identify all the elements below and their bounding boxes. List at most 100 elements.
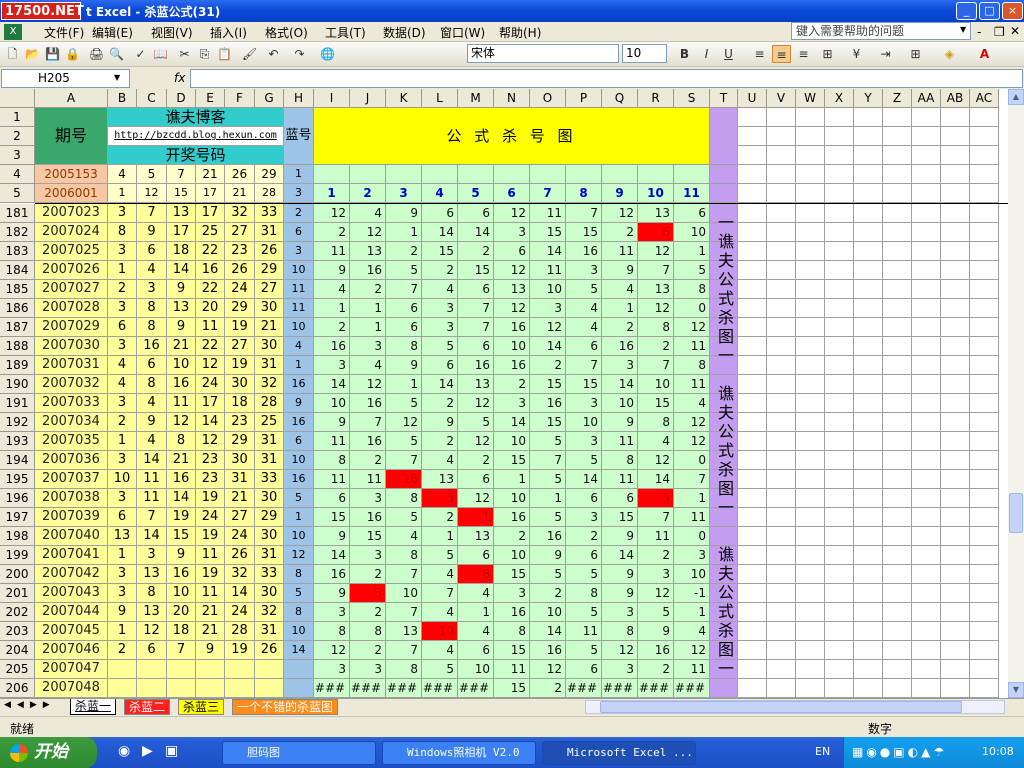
empty-cell[interactable] <box>796 318 825 337</box>
empty-cell[interactable] <box>883 280 912 299</box>
formula-note[interactable] <box>602 165 638 184</box>
red-number[interactable]: 31 <box>255 356 284 375</box>
empty-cell[interactable] <box>854 280 883 299</box>
empty-cell[interactable] <box>883 432 912 451</box>
blue-number[interactable]: 11 <box>284 299 314 318</box>
task-folder[interactable]: 胆码图 <box>222 741 376 765</box>
formula-cell[interactable]: 7 <box>386 451 422 470</box>
formula-cell[interactable]: 1 <box>674 603 710 622</box>
empty-cell[interactable] <box>970 584 999 603</box>
empty-cell[interactable] <box>796 679 825 698</box>
empty-cell[interactable] <box>767 622 796 641</box>
red-number[interactable]: 26 <box>225 261 255 280</box>
empty-cell[interactable] <box>970 508 999 527</box>
scroll-thumb[interactable] <box>1009 493 1023 533</box>
empty-cell[interactable] <box>912 280 941 299</box>
formula-input[interactable] <box>190 69 1023 88</box>
formula-cell[interactable]: 9 <box>530 546 566 565</box>
formula-cell[interactable]: 3 <box>530 299 566 318</box>
formula-cell[interactable]: 10 <box>674 223 710 242</box>
formula-cell[interactable]: 8 <box>602 451 638 470</box>
formula-cell[interactable]: 3 <box>350 337 386 356</box>
column-header[interactable]: W <box>796 89 825 108</box>
red-number[interactable]: 19 <box>196 565 225 584</box>
period-label[interactable]: 期号 <box>35 108 108 165</box>
row-header[interactable]: 194 <box>0 451 35 470</box>
formula-cell[interactable]: 9 <box>314 584 350 603</box>
formula-cell[interactable]: 9 <box>602 565 638 584</box>
currency-icon[interactable]: ¥ <box>847 45 866 63</box>
formula-cell[interactable]: 2 <box>314 223 350 242</box>
empty-cell[interactable] <box>970 127 999 146</box>
empty-cell[interactable] <box>738 451 767 470</box>
empty-cell[interactable] <box>796 299 825 318</box>
formula-cell[interactable]: 6 <box>566 546 602 565</box>
empty-cell[interactable] <box>825 584 854 603</box>
empty-cell[interactable] <box>796 470 825 489</box>
blue-number[interactable]: 1 <box>284 508 314 527</box>
empty-cell[interactable] <box>825 394 854 413</box>
empty-cell[interactable] <box>912 584 941 603</box>
period-cell[interactable]: 2007046 <box>35 641 108 660</box>
empty-cell[interactable] <box>738 204 767 223</box>
period-cell[interactable]: 2007034 <box>35 413 108 432</box>
formula-note[interactable] <box>314 165 350 184</box>
formula-cell[interactable]: 10 <box>638 375 674 394</box>
formula-cell[interactable]: ### <box>350 679 386 698</box>
empty-cell[interactable] <box>912 565 941 584</box>
formula-cell[interactable]: 14 <box>602 546 638 565</box>
empty-cell[interactable] <box>854 432 883 451</box>
red-number[interactable]: 4 <box>108 356 137 375</box>
empty-cell[interactable] <box>912 356 941 375</box>
period-cell[interactable]: 2007030 <box>35 337 108 356</box>
formula-cell[interactable]: 3 <box>494 223 530 242</box>
formula-cell[interactable]: 5 <box>530 565 566 584</box>
empty-cell[interactable] <box>825 508 854 527</box>
empty-cell[interactable] <box>767 489 796 508</box>
empty-cell[interactable] <box>970 223 999 242</box>
empty-cell[interactable] <box>941 146 970 165</box>
red-number[interactable]: 7 <box>167 641 196 660</box>
formula-cell[interactable]: 2 <box>494 375 530 394</box>
column-header[interactable]: I <box>314 89 350 108</box>
formula-cell[interactable]: 2 <box>350 280 386 299</box>
red-number[interactable]: 33 <box>255 565 284 584</box>
formula-cell[interactable]: 6 <box>422 356 458 375</box>
formula-note[interactable] <box>638 165 674 184</box>
formula-cell[interactable]: 12 <box>494 204 530 223</box>
empty-cell[interactable] <box>883 470 912 489</box>
column-header[interactable]: M <box>458 89 494 108</box>
empty-cell[interactable] <box>941 375 970 394</box>
empty-cell[interactable] <box>738 527 767 546</box>
formula-cell[interactable]: 7 <box>638 508 674 527</box>
formula-cell[interactable]: 5 <box>530 508 566 527</box>
top-red-number[interactable]: 28 <box>255 184 284 203</box>
red-number[interactable]: 17 <box>167 223 196 242</box>
row-header[interactable]: 3 <box>0 146 35 165</box>
empty-cell[interactable] <box>912 223 941 242</box>
period-cell[interactable]: 2007023 <box>35 204 108 223</box>
formula-cell[interactable]: 12 <box>458 432 494 451</box>
empty-cell[interactable] <box>854 337 883 356</box>
formula-cell[interactable]: 9 <box>602 527 638 546</box>
column-header[interactable]: B <box>108 89 137 108</box>
empty-cell[interactable] <box>883 603 912 622</box>
empty-cell[interactable] <box>883 679 912 698</box>
empty-cell[interactable] <box>970 413 999 432</box>
formula-cell[interactable]: 5 <box>674 261 710 280</box>
formula-cell[interactable]: 16 <box>350 508 386 527</box>
empty-cell[interactable] <box>912 660 941 679</box>
close-button[interactable]: × <box>1002 2 1023 20</box>
column-header[interactable]: Z <box>883 89 912 108</box>
formula-cell[interactable]: 2 <box>422 508 458 527</box>
red-number[interactable]: 29 <box>255 261 284 280</box>
red-number[interactable]: 9 <box>137 413 167 432</box>
empty-cell[interactable] <box>883 184 912 203</box>
empty-cell[interactable] <box>854 679 883 698</box>
red-number[interactable]: 2 <box>108 641 137 660</box>
tab-sha-lan-3[interactable]: 杀蓝三 <box>178 699 225 715</box>
formula-cell[interactable]: 9 <box>386 204 422 223</box>
empty-cell[interactable] <box>738 470 767 489</box>
formula-cell[interactable]: 16 <box>530 394 566 413</box>
scroll-up-button[interactable]: ▲ <box>1008 89 1024 105</box>
